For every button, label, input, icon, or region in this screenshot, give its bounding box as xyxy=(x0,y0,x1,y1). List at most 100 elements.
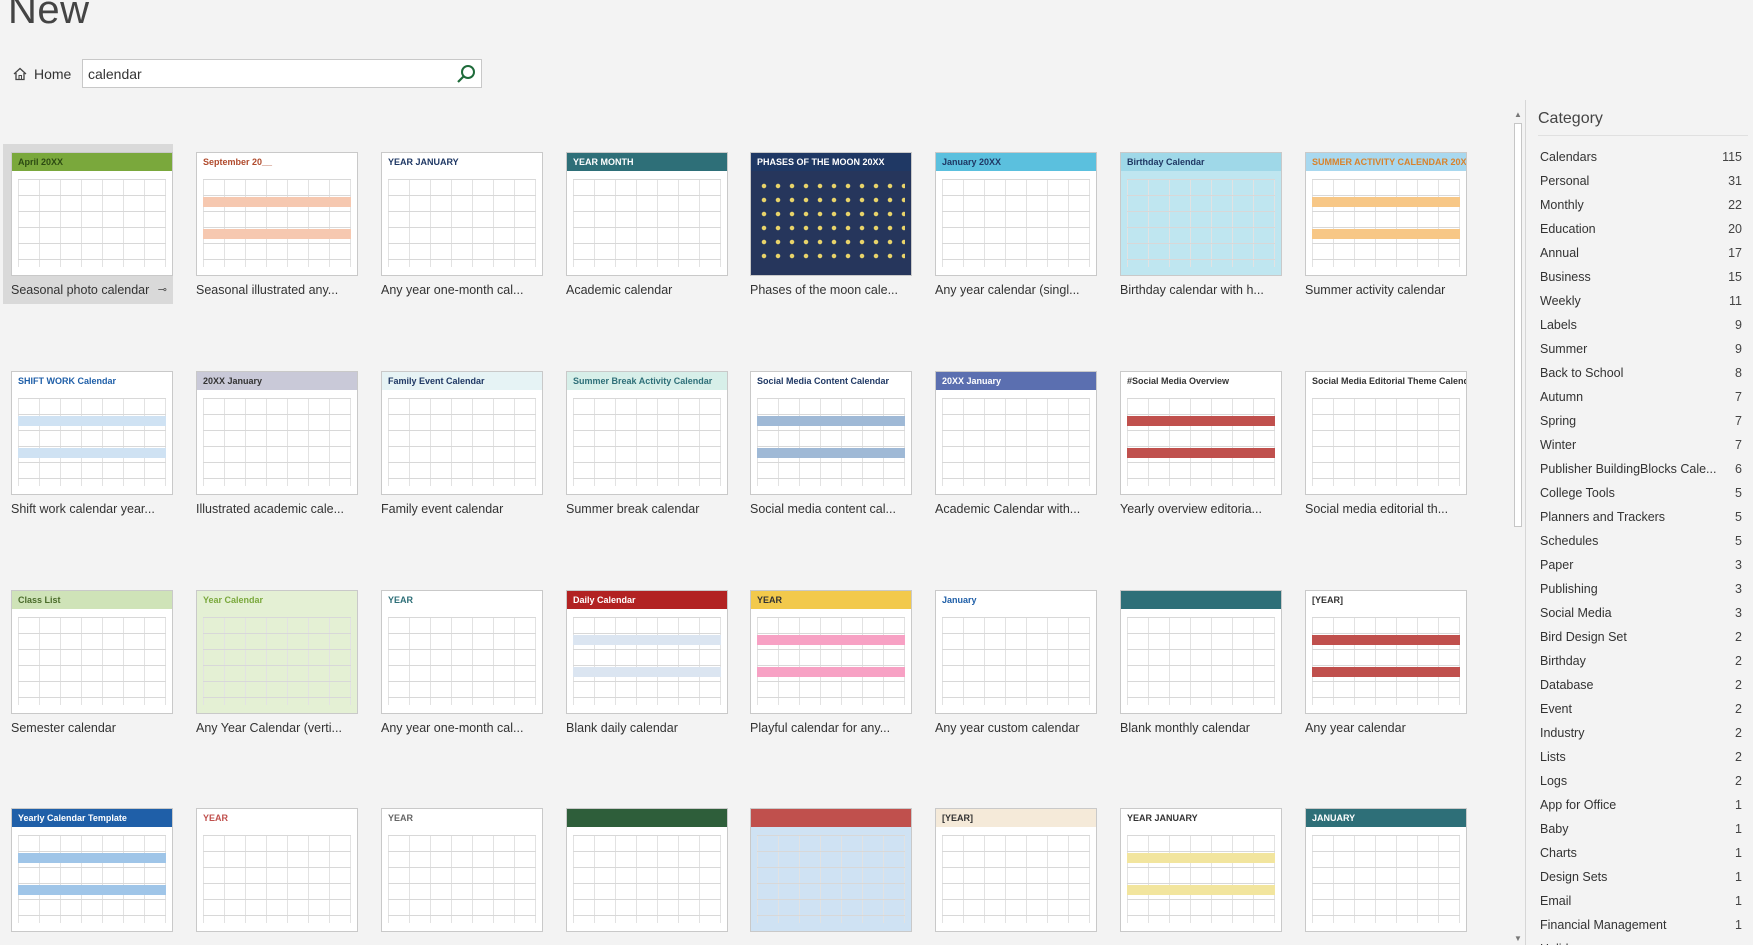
category-item[interactable]: Birthday 2 xyxy=(1526,649,1753,673)
template-thumbnail[interactable]: [YEAR] xyxy=(1305,590,1467,714)
template-thumbnail[interactable]: Social Media Editorial Theme Calendar xyxy=(1305,371,1467,495)
template-thumbnail[interactable]: Summer Break Activity Calendar xyxy=(566,371,728,495)
category-item[interactable]: Planners and Trackers 5 xyxy=(1526,505,1753,529)
template-thumbnail[interactable]: January xyxy=(935,590,1097,714)
category-item[interactable]: College Tools 5 xyxy=(1526,481,1753,505)
template-tile[interactable]: January Any year custom calendar xyxy=(927,582,1097,742)
category-item[interactable]: App for Office 1 xyxy=(1526,793,1753,817)
category-item[interactable]: Personal 31 xyxy=(1526,169,1753,193)
template-thumbnail[interactable]: YEAR MONTH xyxy=(566,152,728,276)
category-item[interactable]: Industry 2 xyxy=(1526,721,1753,745)
template-tile[interactable]: Social Media Content Calendar Social medi… xyxy=(742,363,912,523)
template-tile[interactable]: YEAR JANUARY xyxy=(1112,800,1282,945)
category-item[interactable]: Winter 7 xyxy=(1526,433,1753,457)
template-thumbnail[interactable]: SHIFT WORK Calendar xyxy=(11,371,173,495)
category-item[interactable]: Database 2 xyxy=(1526,673,1753,697)
category-item[interactable]: Summer 9 xyxy=(1526,337,1753,361)
template-tile[interactable]: YEAR xyxy=(188,800,358,945)
template-tile[interactable]: Summer Break Activity Calendar Summer bre… xyxy=(558,363,728,523)
template-tile[interactable]: YEAR Playful calendar for any... xyxy=(742,582,912,742)
category-item[interactable]: Schedules 5 xyxy=(1526,529,1753,553)
template-tile[interactable]: Daily Calendar Blank daily calendar xyxy=(558,582,728,742)
template-thumbnail[interactable]: Class List xyxy=(11,590,173,714)
category-item[interactable]: Charts 1 xyxy=(1526,841,1753,865)
template-thumbnail[interactable]: Yearly Calendar Template xyxy=(11,808,173,932)
category-scrollbar[interactable]: ▲ ▼ xyxy=(1511,109,1525,945)
template-tile[interactable]: Blank monthly calendar xyxy=(1112,582,1282,742)
template-tile[interactable]: 20XX January Academic Calendar with... xyxy=(927,363,1097,523)
scroll-down-icon[interactable]: ▼ xyxy=(1511,933,1525,945)
category-item[interactable]: Labels 9 xyxy=(1526,313,1753,337)
template-tile[interactable]: JANUARY xyxy=(1297,800,1467,945)
template-tile[interactable]: 20XX January Illustrated academic cale... xyxy=(188,363,358,523)
template-thumbnail[interactable]: April 20XX xyxy=(11,152,173,276)
template-thumbnail[interactable] xyxy=(566,808,728,932)
category-item[interactable]: Event 2 xyxy=(1526,697,1753,721)
template-thumbnail[interactable]: Year Calendar xyxy=(196,590,358,714)
template-tile[interactable]: YEAR MONTH Academic calendar xyxy=(558,144,728,304)
template-tile[interactable]: Class List Semester calendar xyxy=(3,582,173,742)
category-item[interactable]: Bird Design Set 2 xyxy=(1526,625,1753,649)
template-tile[interactable]: Social Media Editorial Theme Calendar Soc… xyxy=(1297,363,1467,523)
category-item[interactable]: Baby 1 xyxy=(1526,817,1753,841)
category-item[interactable]: Logs 2 xyxy=(1526,769,1753,793)
template-tile[interactable]: SUMMER ACTIVITY CALENDAR 20XX Summer acti… xyxy=(1297,144,1467,304)
pin-icon[interactable]: ⊸ xyxy=(158,283,167,296)
category-item[interactable]: Calendars 115 xyxy=(1526,145,1753,169)
category-item[interactable]: Email 1 xyxy=(1526,889,1753,913)
scroll-thumb[interactable] xyxy=(1514,123,1522,527)
template-thumbnail[interactable]: 20XX January xyxy=(196,371,358,495)
template-tile[interactable] xyxy=(558,800,728,945)
template-tile[interactable]: September 20__ Seasonal illustrated any..… xyxy=(188,144,358,304)
category-item[interactable]: Publisher BuildingBlocks Cale... 6 xyxy=(1526,457,1753,481)
category-item[interactable]: Paper 3 xyxy=(1526,553,1753,577)
template-thumbnail[interactable]: September 20__ xyxy=(196,152,358,276)
template-thumbnail[interactable]: YEAR xyxy=(381,808,543,932)
template-thumbnail[interactable]: YEAR xyxy=(750,590,912,714)
template-tile[interactable]: YEAR JANUARY Any year one-month cal... xyxy=(373,144,543,304)
category-item[interactable]: Lists 2 xyxy=(1526,745,1753,769)
template-thumbnail[interactable] xyxy=(1120,590,1282,714)
category-item[interactable]: Publishing 3 xyxy=(1526,577,1753,601)
template-tile[interactable]: Family Event Calendar Family event calend… xyxy=(373,363,543,523)
template-thumbnail[interactable]: [YEAR] xyxy=(935,808,1097,932)
category-item[interactable]: Spring 7 xyxy=(1526,409,1753,433)
category-item[interactable]: Design Sets 1 xyxy=(1526,865,1753,889)
template-thumbnail[interactable]: Family Event Calendar xyxy=(381,371,543,495)
category-item[interactable]: Annual 17 xyxy=(1526,241,1753,265)
template-tile[interactable]: SHIFT WORK Calendar Shift work calendar y… xyxy=(3,363,173,523)
category-item[interactable]: Back to School 8 xyxy=(1526,361,1753,385)
template-thumbnail[interactable]: JANUARY xyxy=(1305,808,1467,932)
template-tile[interactable]: YEAR xyxy=(373,800,543,945)
template-tile[interactable]: Birthday Calendar Birthday calendar with … xyxy=(1112,144,1282,304)
template-tile[interactable]: YEAR Any year one-month cal... xyxy=(373,582,543,742)
template-tile[interactable]: Yearly Calendar Template xyxy=(3,800,173,945)
template-thumbnail[interactable]: PHASES OF THE MOON 20XX xyxy=(750,152,912,276)
category-item[interactable]: Social Media 3 xyxy=(1526,601,1753,625)
template-tile[interactable]: #Social Media Overview Yearly overview ed… xyxy=(1112,363,1282,523)
template-tile[interactable]: [YEAR] xyxy=(927,800,1097,945)
template-tile[interactable]: PHASES OF THE MOON 20XX Phases of the moo… xyxy=(742,144,912,304)
template-tile[interactable]: [YEAR] Any year calendar xyxy=(1297,582,1467,742)
template-thumbnail[interactable]: YEAR JANUARY xyxy=(1120,808,1282,932)
template-thumbnail[interactable] xyxy=(750,808,912,932)
scroll-up-icon[interactable]: ▲ xyxy=(1511,109,1525,121)
template-tile[interactable]: January 20XX Any year calendar (singl... xyxy=(927,144,1097,304)
template-thumbnail[interactable]: 20XX January xyxy=(935,371,1097,495)
template-thumbnail[interactable]: #Social Media Overview xyxy=(1120,371,1282,495)
template-thumbnail[interactable]: YEAR xyxy=(381,590,543,714)
template-thumbnail[interactable]: SUMMER ACTIVITY CALENDAR 20XX xyxy=(1305,152,1467,276)
template-thumbnail[interactable]: January 20XX xyxy=(935,152,1097,276)
category-item[interactable]: Financial Management 1 xyxy=(1526,913,1753,937)
template-thumbnail[interactable]: Daily Calendar xyxy=(566,590,728,714)
category-item[interactable]: Business 15 xyxy=(1526,265,1753,289)
template-thumbnail[interactable]: Social Media Content Calendar xyxy=(750,371,912,495)
template-tile[interactable]: April 20XX Seasonal photo calendar ⊸ xyxy=(3,144,173,304)
template-thumbnail[interactable]: Birthday Calendar xyxy=(1120,152,1282,276)
template-thumbnail[interactable]: YEAR xyxy=(196,808,358,932)
template-tile[interactable]: Year Calendar Any Year Calendar (verti... xyxy=(188,582,358,742)
template-tile[interactable] xyxy=(742,800,912,945)
template-thumbnail[interactable]: YEAR JANUARY xyxy=(381,152,543,276)
category-item[interactable]: Holidays xyxy=(1526,937,1753,945)
category-item[interactable]: Education 20 xyxy=(1526,217,1753,241)
